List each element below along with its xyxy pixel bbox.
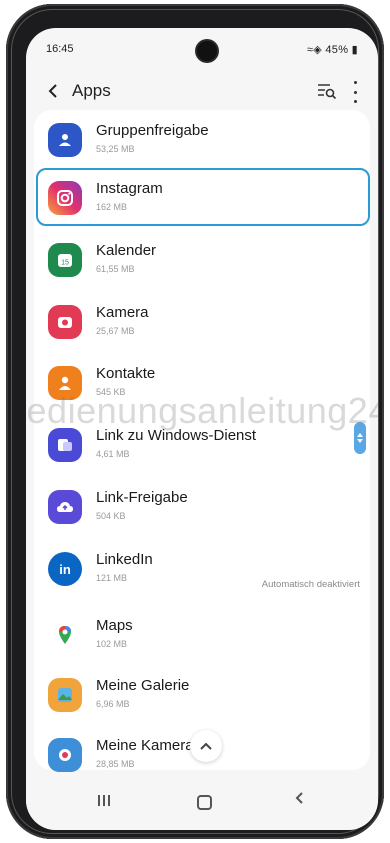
wifi-icon: ≈◈ (306, 44, 326, 56)
app-size: 28,85 MB (96, 759, 135, 769)
link-windows-icon (48, 428, 82, 462)
list-item-maps[interactable]: Maps 102 MB (34, 605, 370, 665)
app-name: Gruppenfreigabe (96, 122, 209, 139)
my-camera-icon (48, 738, 82, 772)
app-size: 6,96 MB (96, 699, 130, 709)
phone-frame: 16:45 ≈◈ 45% ▮ Apps Gruppenfreigabe 53,2… (6, 4, 384, 839)
app-list: Gruppenfreigabe 53,25 MB Instagram 162 M… (34, 110, 370, 772)
app-name: Kamera (96, 304, 149, 321)
list-item-linkedin[interactable]: in LinkedIn 121 MB Automatisch deaktivie… (34, 539, 370, 599)
app-name: Kontakte (96, 365, 156, 382)
share-people-icon (48, 123, 82, 157)
app-size: 53,25 MB (96, 144, 135, 154)
chevron-left-icon (295, 792, 303, 804)
chevron-down-icon (357, 439, 363, 443)
list-item-kamera[interactable]: Kamera 25,67 MB (34, 292, 370, 352)
maps-pin-icon (48, 618, 82, 652)
list-item-link-freigabe[interactable]: Link-Freigabe 504 KB (34, 477, 370, 537)
linkedin-icon: in (48, 552, 82, 586)
app-size: 4,61 MB (96, 449, 130, 459)
list-item-gruppenfreigabe[interactable]: Gruppenfreigabe 53,25 MB (34, 110, 370, 170)
calendar-icon: 15 (48, 243, 82, 277)
page-title: Apps (72, 81, 111, 100)
recent-bar (108, 795, 110, 806)
recent-bar (103, 795, 105, 806)
app-name: Kalender (96, 242, 157, 259)
app-size: 504 KB (96, 511, 126, 521)
status-note: Automatisch deaktiviert (261, 579, 360, 590)
status-time: 16:45 (46, 43, 74, 55)
recent-bar (98, 795, 100, 806)
watermark: bedienungsanleitung24.de (26, 390, 378, 431)
svg-text:15: 15 (61, 260, 69, 267)
app-size: 25,67 MB (96, 326, 135, 336)
chevron-up-icon (357, 433, 363, 437)
dot (353, 81, 357, 84)
recent-apps-button[interactable] (98, 795, 110, 806)
home-button[interactable] (197, 795, 212, 810)
filter-search-icon (318, 84, 337, 100)
app-name: Meine Kamera (96, 737, 194, 754)
app-name: Meine Galerie (96, 677, 190, 694)
app-size: 121 MB (96, 573, 128, 583)
gallery-icon (48, 678, 82, 712)
battery-icon: ▮ (348, 44, 358, 56)
nav-back-button[interactable] (294, 790, 304, 811)
chevron-up-icon (200, 742, 212, 750)
more-options-button[interactable] (350, 81, 360, 103)
cloud-upload-icon (48, 490, 82, 524)
filter-search-button[interactable] (316, 81, 338, 101)
app-name: Link-Freigabe (96, 489, 188, 506)
chevron-left-icon (48, 84, 57, 98)
list-item-meine-galerie[interactable]: Meine Galerie 6,96 MB (34, 665, 370, 725)
app-size: 61,55 MB (96, 264, 135, 274)
app-size: 102 MB (96, 639, 128, 649)
svg-text:in: in (59, 562, 71, 577)
scroll-to-top-button[interactable] (190, 730, 222, 762)
camera-app-icon (48, 305, 82, 339)
app-name: LinkedIn (96, 551, 153, 568)
status-battery: ≈◈ 45% ▮ (306, 44, 358, 56)
dot (353, 90, 357, 94)
back-button[interactable] (40, 78, 66, 104)
dot (353, 100, 357, 103)
list-item-kalender[interactable]: 15 Kalender 61,55 MB (34, 230, 370, 290)
front-camera (197, 41, 217, 61)
app-name: Maps (96, 617, 133, 634)
screen: 16:45 ≈◈ 45% ▮ Apps Gruppenfreigabe 53,2… (26, 28, 378, 830)
selection-highlight (36, 168, 370, 226)
navigation-bar (26, 780, 378, 830)
